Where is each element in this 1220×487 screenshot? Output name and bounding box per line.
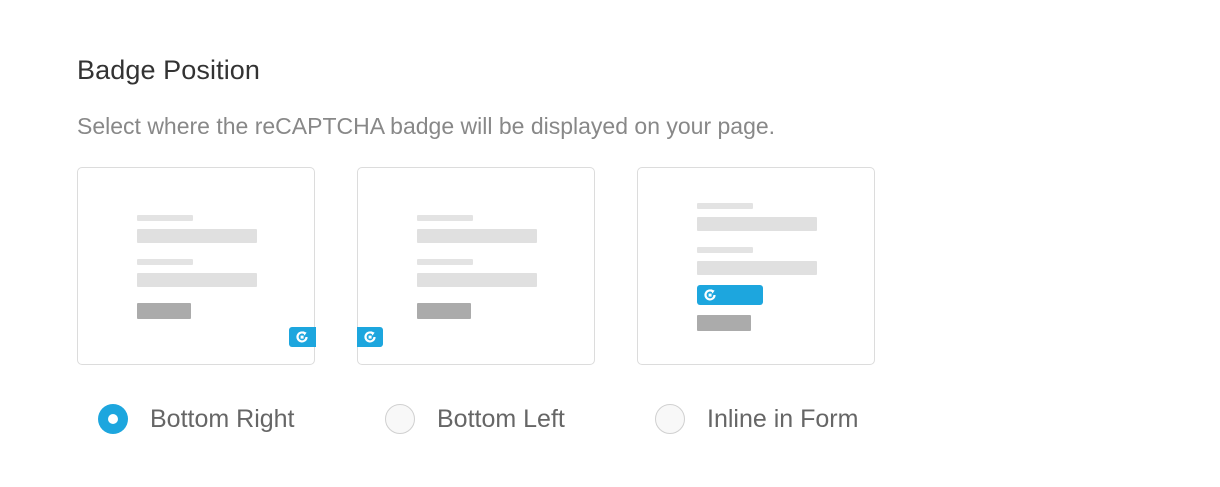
placeholder-field bbox=[697, 217, 817, 231]
placeholder-submit-button bbox=[697, 315, 751, 331]
placeholder-label bbox=[417, 259, 473, 265]
recaptcha-icon bbox=[364, 331, 376, 343]
placeholder-field bbox=[417, 273, 537, 287]
placeholder-label bbox=[697, 247, 753, 253]
placeholder-label bbox=[417, 215, 473, 221]
recaptcha-badge bbox=[289, 327, 316, 347]
placeholder-label bbox=[137, 259, 193, 265]
recaptcha-badge bbox=[357, 327, 383, 347]
preview-card-bottom-right[interactable] bbox=[77, 167, 316, 365]
option-bottom-left[interactable]: Bottom Left bbox=[385, 402, 565, 436]
recaptcha-badge bbox=[697, 285, 763, 305]
placeholder-submit-button bbox=[417, 303, 471, 319]
placeholder-field bbox=[137, 273, 257, 287]
option-label: Inline in Form bbox=[707, 404, 859, 433]
placeholder-field bbox=[697, 261, 817, 275]
section-title: Badge Position bbox=[77, 55, 261, 85]
placeholder-field bbox=[137, 229, 257, 243]
radio-bottom-right[interactable] bbox=[98, 404, 128, 434]
placeholder-field bbox=[417, 229, 537, 243]
placeholder-submit-button bbox=[137, 303, 191, 319]
preview-card-inline[interactable] bbox=[637, 167, 875, 365]
option-label: Bottom Right bbox=[150, 404, 295, 433]
option-bottom-right[interactable]: Bottom Right bbox=[98, 402, 295, 436]
placeholder-label bbox=[137, 215, 193, 221]
section-description: Select where the reCAPTCHA badge will be… bbox=[77, 113, 776, 139]
option-inline[interactable]: Inline in Form bbox=[655, 402, 858, 436]
radio-inline[interactable] bbox=[655, 404, 685, 434]
recaptcha-icon bbox=[704, 289, 716, 301]
placeholder-label bbox=[697, 203, 753, 209]
recaptcha-icon bbox=[296, 331, 308, 343]
option-label: Bottom Left bbox=[437, 404, 565, 433]
radio-bottom-left[interactable] bbox=[385, 404, 415, 434]
preview-card-bottom-left[interactable] bbox=[357, 167, 595, 365]
